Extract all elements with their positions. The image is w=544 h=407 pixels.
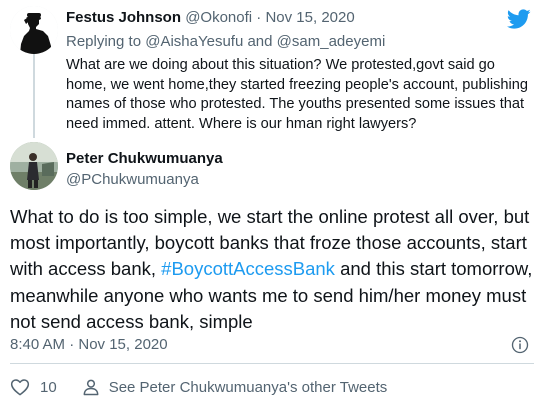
mention-link[interactable]: @AishaYesufu (145, 33, 243, 50)
main-avatar[interactable] (10, 142, 58, 190)
tweet-actions: 10 See Peter Chukwumuanya's other Tweets (10, 376, 387, 398)
twitter-bird-icon[interactable] (507, 7, 531, 31)
parent-tweet[interactable]: Festus Johnson @Okonofi · Nov 15, 2020 R… (0, 0, 544, 140)
parent-date[interactable]: Nov 15, 2020 (265, 9, 354, 26)
parent-tweet-text: What are we doing about this situation? … (66, 57, 528, 132)
replying-to: Replying to @AishaYesufu and @sam_adeyem… (66, 33, 385, 50)
parent-avatar[interactable] (10, 6, 58, 54)
thread-line (33, 48, 35, 138)
other-tweets-link[interactable]: See Peter Chukwumuanya's other Tweets (109, 379, 388, 396)
parent-header: Festus Johnson @Okonofi · Nov 15, 2020 (66, 9, 355, 26)
heart-icon[interactable] (10, 377, 30, 397)
main-display-name[interactable]: Peter Chukwumuanya (66, 150, 223, 167)
like-count[interactable]: 10 (40, 379, 57, 396)
main-tweet-text: What to do is too simple, we start the o… (10, 204, 536, 335)
profile-photo-icon (10, 142, 58, 190)
mention-link[interactable]: @sam_adeyemi (277, 33, 386, 50)
tweet-timestamp[interactable]: 8:40 AM · Nov 15, 2020 (10, 336, 168, 353)
divider (10, 363, 534, 364)
separator-dot: · (252, 9, 266, 26)
and-text: and (243, 33, 277, 50)
parent-handle[interactable]: @Okonofi (185, 9, 252, 26)
main-handle[interactable]: @PChukwumuanya (66, 171, 199, 188)
person-icon[interactable] (81, 377, 101, 397)
hashtag-link[interactable]: #BoycottAccessBank (161, 258, 335, 279)
tweet-card: Festus Johnson @Okonofi · Nov 15, 2020 R… (0, 0, 544, 407)
replying-prefix: Replying to (66, 33, 146, 50)
soldier-silhouette-icon (10, 6, 58, 54)
info-icon[interactable] (511, 336, 529, 354)
parent-display-name[interactable]: Festus Johnson (66, 9, 181, 26)
